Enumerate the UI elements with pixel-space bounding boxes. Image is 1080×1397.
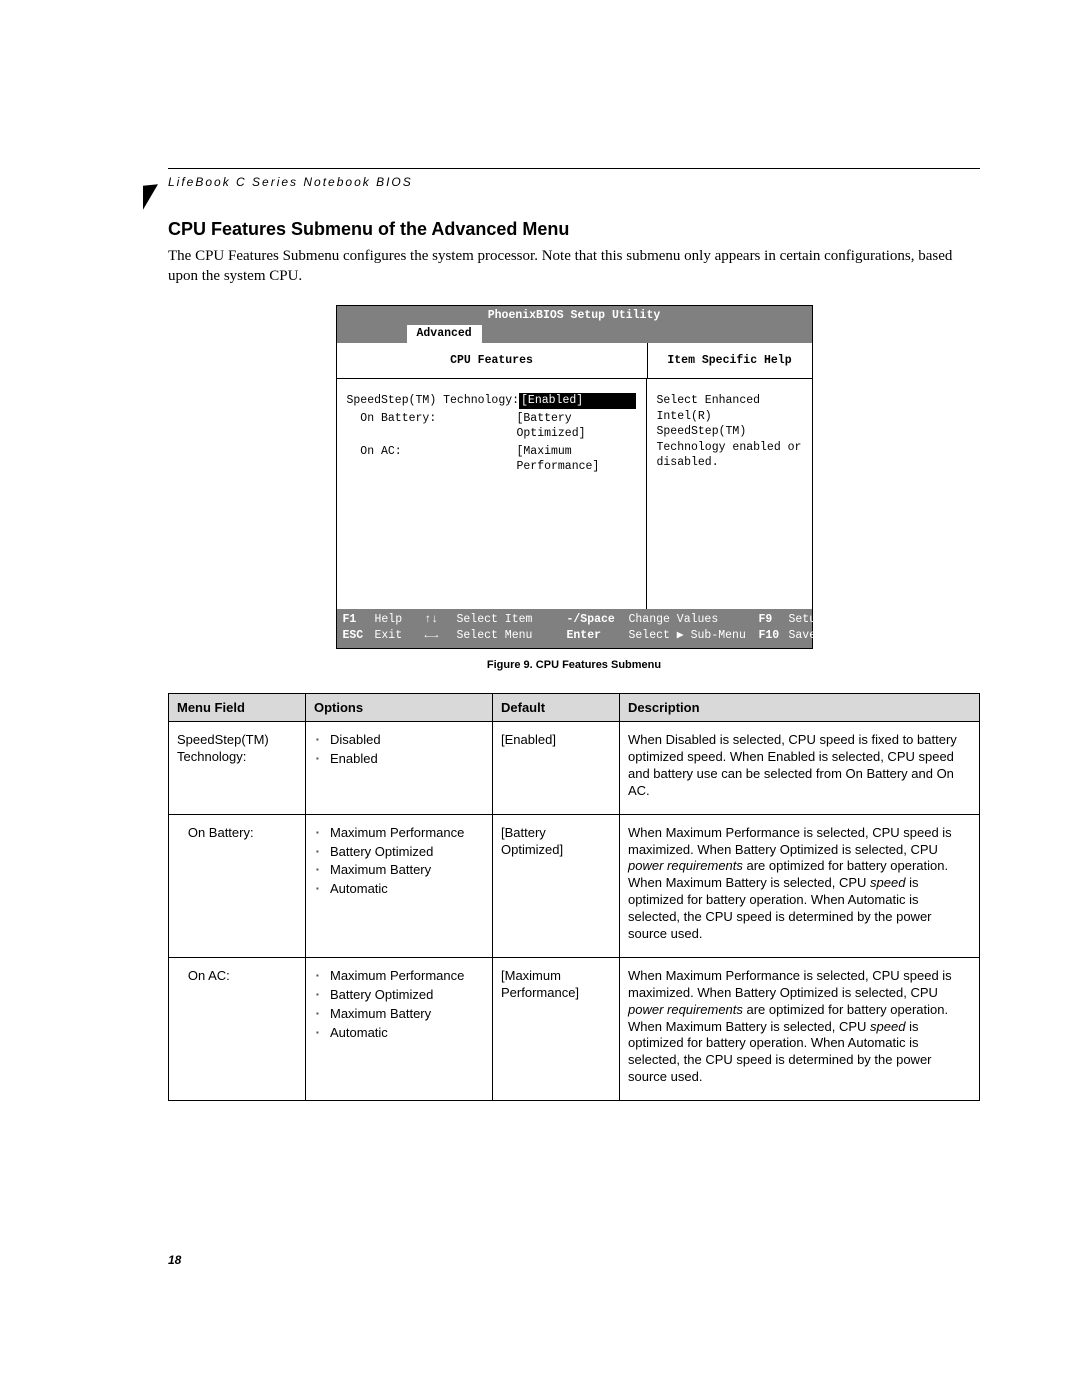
figure-caption: Figure 9. CPU Features Submenu — [168, 659, 980, 671]
option-item: Disabled — [330, 732, 484, 749]
bios-footer-row: ESC Exit ←→ Select Menu Enter Select ▶ S… — [343, 628, 806, 644]
bios-key-label: Change Values — [629, 612, 759, 628]
option-item: Maximum Performance — [330, 825, 484, 842]
bios-key-label: Save and Exit — [789, 628, 879, 644]
running-header: LifeBook C Series Notebook BIOS — [168, 175, 980, 189]
option-item: Automatic — [330, 1025, 484, 1042]
bios-setting-row: On AC: [Maximum Performance] — [347, 444, 636, 475]
bios-key-label: Help — [375, 612, 425, 628]
lead-paragraph: The CPU Features Submenu configures the … — [168, 246, 980, 287]
option-item: Enabled — [330, 751, 484, 768]
bios-setting-value: [Enabled] — [519, 393, 635, 409]
bios-screenshot: PhoenixBIOS Setup Utility Advanced CPU F… — [336, 305, 813, 650]
bios-key-label: Select Item — [457, 612, 567, 628]
col-menu-field: Menu Field — [169, 694, 306, 722]
bios-key: Enter — [567, 628, 629, 644]
section-title: CPU Features Submenu of the Advanced Men… — [168, 219, 980, 240]
col-options: Options — [306, 694, 493, 722]
option-item: Battery Optimized — [330, 844, 484, 861]
bios-left-heading: CPU Features — [337, 343, 648, 379]
option-item: Maximum Battery — [330, 862, 484, 879]
cell-menu-field: SpeedStep(TM) Technology: — [169, 722, 306, 815]
bios-footer: F1 Help ↑↓ Select Item -/Space Change Va… — [337, 609, 812, 648]
corner-mark-icon — [143, 184, 158, 210]
bios-title: PhoenixBIOS Setup Utility — [337, 306, 812, 326]
col-default: Default — [493, 694, 620, 722]
bios-setting-label: SpeedStep(TM) Technology: — [347, 393, 520, 409]
table-row: SpeedStep(TM) Technology: Disabled Enabled… — [169, 722, 980, 815]
bios-key-label: Select ▶ Sub-Menu — [629, 628, 759, 644]
bios-key: ESC — [343, 628, 375, 644]
table-head-row: Menu Field Options Default Description — [169, 694, 980, 722]
option-item: Maximum Performance — [330, 968, 484, 985]
options-table: Menu Field Options Default Description S… — [168, 693, 980, 1101]
cell-options: Maximum Performance Battery Optimized Maxi… — [306, 957, 493, 1100]
bios-body: SpeedStep(TM) Technology: [Enabled] On B… — [337, 379, 812, 609]
cell-options: Disabled Enabled — [306, 722, 493, 815]
bios-right-heading: Item Specific Help — [648, 343, 812, 379]
cell-description: When Maximum Performance is selected, CP… — [620, 957, 980, 1100]
page: LifeBook C Series Notebook BIOS CPU Feat… — [0, 0, 1080, 1397]
bios-key: F9 — [759, 612, 789, 628]
bios-heading-row: CPU Features Item Specific Help — [337, 343, 812, 380]
bios-setting-value: [Battery Optimized] — [517, 411, 636, 442]
cell-menu-field: On AC: — [169, 957, 306, 1100]
bios-tab-advanced: Advanced — [407, 325, 482, 343]
table-body: SpeedStep(TM) Technology: Disabled Enabled… — [169, 722, 980, 1101]
bios-key-label: Select Menu — [457, 628, 567, 644]
page-number: 18 — [168, 1253, 181, 1267]
header-rule — [168, 168, 980, 169]
cell-options: Maximum Performance Battery OptimizedMaxi… — [306, 814, 493, 957]
table-row: On AC: Maximum Performance Battery Optimiz… — [169, 957, 980, 1100]
bios-settings-pane: SpeedStep(TM) Technology: [Enabled] On B… — [337, 379, 647, 609]
bios-key-label: Exit — [375, 628, 425, 644]
cell-description: When Maximum Performance is selected, CP… — [620, 814, 980, 957]
cell-default: [Battery Optimized] — [493, 814, 620, 957]
bios-key: -/Space — [567, 612, 629, 628]
bios-setting-row: On Battery: [Battery Optimized] — [347, 411, 636, 442]
cell-default: [Enabled] — [493, 722, 620, 815]
bios-key: F1 — [343, 612, 375, 628]
option-item: Maximum Battery — [330, 1006, 484, 1023]
table-row: On Battery: Maximum Performance Battery Op… — [169, 814, 980, 957]
bios-setting-label: On Battery: — [347, 411, 517, 442]
bios-tab-bar: Advanced — [337, 325, 812, 343]
bios-setting-label: On AC: — [347, 444, 517, 475]
cell-default: [Maximum Performance] — [493, 957, 620, 1100]
option-item: Automatic — [330, 881, 484, 898]
bios-help-pane: Select Enhanced Intel(R) SpeedStep(TM) T… — [647, 379, 812, 609]
bios-key-label: Setup Defaults — [789, 612, 886, 628]
bios-setting-row: SpeedStep(TM) Technology: [Enabled] — [347, 393, 636, 409]
cell-description: When Disabled is selected, CPU speed is … — [620, 722, 980, 815]
bios-key: F10 — [759, 628, 789, 644]
bios-setting-value: [Maximum Performance] — [517, 444, 636, 475]
bios-key: ←→ — [425, 628, 457, 644]
bios-footer-row: F1 Help ↑↓ Select Item -/Space Change Va… — [343, 612, 806, 628]
cell-menu-field: On Battery: — [169, 814, 306, 957]
bios-key: ↑↓ — [425, 612, 457, 628]
col-description: Description — [620, 694, 980, 722]
option-item: Battery Optimized — [330, 987, 484, 1004]
